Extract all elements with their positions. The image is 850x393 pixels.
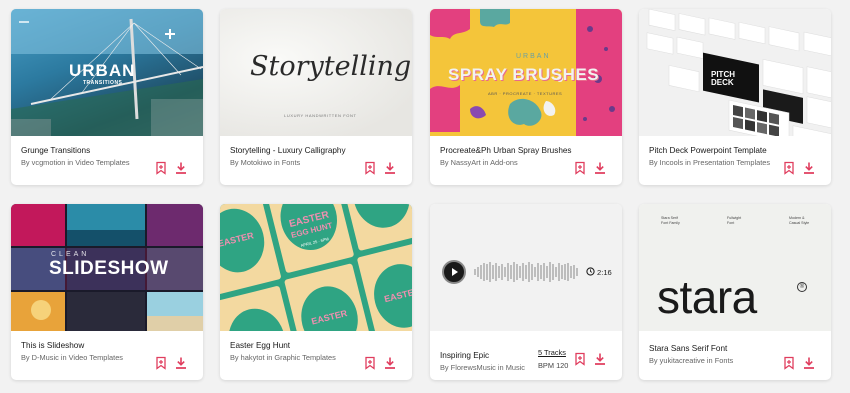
- bookmark-icon[interactable]: [154, 356, 168, 370]
- download-icon[interactable]: [802, 161, 816, 175]
- download-icon[interactable]: [802, 356, 816, 370]
- item-info: Storytelling - Luxury Calligraphy By Mot…: [220, 136, 412, 185]
- download-icon[interactable]: [174, 356, 188, 370]
- item-byline[interactable]: By Motokiwo in Fonts: [230, 158, 300, 167]
- item-byline[interactable]: By Incools in Presentation Templates: [649, 158, 770, 167]
- bookmark-icon[interactable]: [363, 356, 377, 370]
- item-info: This is Slideshow By D-Music in Video Te…: [11, 331, 203, 380]
- thumbnail-title: stara: [657, 271, 757, 323]
- item-card[interactable]: URBAN SPRAY BRUSHES ABR · PROCREATE · TE…: [430, 9, 622, 185]
- easter-flyers: EASTER EGG HUNT APRIL 25 · 6PM EASTER EA…: [220, 204, 412, 331]
- audio-player: 2:16: [430, 204, 622, 331]
- tracks-link[interactable]: 5 Tracks: [538, 348, 566, 357]
- bookmark-icon[interactable]: [154, 161, 168, 175]
- item-actions: [573, 352, 611, 366]
- thumbnail-title: PITCH DECK: [711, 70, 735, 87]
- thumbnail-kicker: CLEAN: [51, 251, 90, 258]
- item-byline[interactable]: By NassyArt in Add-ons: [440, 158, 518, 167]
- item-byline[interactable]: By hakytot in Graphic Templates: [230, 353, 336, 362]
- item-info: Procreate&Ph Urban Spray Brushes By Nass…: [430, 136, 622, 185]
- item-byline[interactable]: By D-Music in Video Templates: [21, 353, 123, 362]
- item-card[interactable]: Stara Serif Font Family Fullwight Font Mod…: [639, 204, 831, 380]
- thumbnail-subtitle: LUXURY HANDWRITTEN FONT: [284, 113, 357, 118]
- bookmark-icon[interactable]: [782, 161, 796, 175]
- music-card[interactable]: 2:16 Inspiring Epic By FlorewsMusic in M…: [430, 204, 622, 380]
- item-info: Pitch Deck Powerpoint Template By Incool…: [639, 136, 831, 185]
- item-actions: [363, 356, 401, 370]
- item-info: Stara Sans Serif Font By yukitacreative …: [639, 331, 831, 380]
- item-card[interactable]: Storytelling LUXURY HANDWRITTEN FONT Sto…: [220, 9, 412, 185]
- item-thumbnail[interactable]: Storytelling LUXURY HANDWRITTEN FONT: [220, 9, 412, 136]
- download-icon[interactable]: [383, 161, 397, 175]
- item-thumbnail[interactable]: Stara Serif Font Family Fullwight Font Mod…: [639, 204, 831, 331]
- item-thumbnail[interactable]: PITCH DECK: [639, 9, 831, 136]
- item-actions: [782, 356, 820, 370]
- item-card[interactable]: URBAN TRANSITIONS Grunge Transitions By …: [11, 9, 203, 185]
- item-title[interactable]: Pitch Deck Powerpoint Template: [649, 146, 767, 155]
- item-thumbnail[interactable]: CLEAN SLIDESHOW: [11, 204, 203, 331]
- bookmark-icon[interactable]: [573, 352, 587, 366]
- item-actions: [363, 161, 401, 175]
- item-byline[interactable]: By FlorewsMusic in Music: [440, 363, 525, 372]
- thumbnail-note: Modern & Casual Style: [789, 216, 810, 225]
- thumbnail-title: Storytelling: [250, 51, 412, 82]
- item-byline[interactable]: By yukitacreative in Fonts: [649, 356, 733, 365]
- bookmark-icon[interactable]: [573, 161, 587, 175]
- item-grid: URBAN TRANSITIONS Grunge Transitions By …: [11, 9, 831, 384]
- item-info: Easter Egg Hunt By hakytot in Graphic Te…: [220, 331, 412, 380]
- slides-mockup: [646, 9, 831, 136]
- thumbnail-kicker: URBAN: [516, 53, 551, 60]
- clock-icon: [586, 267, 595, 276]
- thumbnail-title: SLIDESHOW: [49, 258, 169, 279]
- bookmark-icon[interactable]: [363, 161, 377, 175]
- item-card[interactable]: EASTER EGG HUNT APRIL 25 · 6PM EASTER EA…: [220, 204, 412, 380]
- thumbnail-subtitle: TRANSITIONS: [83, 80, 123, 86]
- item-title[interactable]: This is Slideshow: [21, 341, 84, 350]
- thumbnail-subtitle: ABR · PROCREATE · TEXTURES: [488, 91, 563, 96]
- thumbnail-title: SPRAY BRUSHES: [448, 65, 600, 84]
- item-actions: [154, 356, 192, 370]
- bpm-value: BPM 120: [538, 361, 569, 370]
- item-byline[interactable]: By vcgmotion in Video Templates: [21, 158, 130, 167]
- item-thumbnail[interactable]: EASTER EGG HUNT APRIL 25 · 6PM EASTER EA…: [220, 204, 412, 331]
- item-title[interactable]: Storytelling - Luxury Calligraphy: [230, 146, 346, 155]
- bookmark-icon[interactable]: [782, 356, 796, 370]
- item-title[interactable]: Stara Sans Serif Font: [649, 344, 727, 353]
- item-actions: [154, 161, 192, 175]
- item-card[interactable]: PITCH DECK Pitch Deck Powerpoint Template…: [639, 9, 831, 185]
- download-icon[interactable]: [593, 352, 607, 366]
- item-info: Inspiring Epic By FlorewsMusic in Music …: [430, 331, 622, 380]
- track-duration: 2:16: [597, 268, 612, 277]
- thumbnail-note: Fullwight Font: [727, 216, 742, 225]
- item-title[interactable]: Easter Egg Hunt: [230, 341, 290, 350]
- thumbnail-note: Stara Serif Font Family: [661, 216, 680, 225]
- registered-mark: ®: [797, 282, 807, 292]
- waveform[interactable]: [474, 257, 580, 287]
- item-actions: [573, 161, 611, 175]
- item-actions: [782, 161, 820, 175]
- thumbnail-title: URBAN: [69, 61, 136, 80]
- download-icon[interactable]: [593, 161, 607, 175]
- item-title[interactable]: Procreate&Ph Urban Spray Brushes: [440, 146, 572, 155]
- item-title[interactable]: Grunge Transitions: [21, 146, 90, 155]
- download-icon[interactable]: [174, 161, 188, 175]
- play-icon[interactable]: [442, 260, 466, 284]
- item-thumbnail[interactable]: URBAN TRANSITIONS: [11, 9, 203, 136]
- item-title[interactable]: Inspiring Epic: [440, 351, 489, 360]
- item-thumbnail[interactable]: URBAN SPRAY BRUSHES ABR · PROCREATE · TE…: [430, 9, 622, 136]
- item-info: Grunge Transitions By vcgmotion in Video…: [11, 136, 203, 185]
- item-card[interactable]: CLEAN SLIDESHOW This is Slideshow By D-M…: [11, 204, 203, 380]
- download-icon[interactable]: [383, 356, 397, 370]
